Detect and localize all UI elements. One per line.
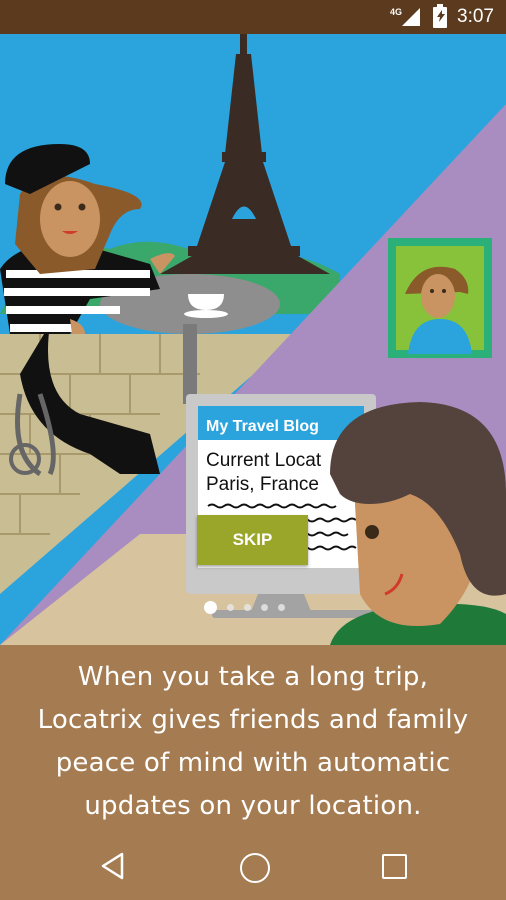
blog-title: My Travel Blog <box>206 418 319 435</box>
page-dot-1[interactable] <box>204 600 217 614</box>
clock: 3:07 <box>457 6 494 27</box>
onboarding-caption: When you take a long trip, Locatrix give… <box>0 656 506 828</box>
caption-line-2: Locatrix gives friends and family <box>37 705 469 735</box>
home-icon[interactable] <box>240 853 270 883</box>
page-dot-4[interactable] <box>261 603 268 611</box>
page-dot-2[interactable] <box>227 603 234 611</box>
onboarding-screen: 4G 3:07 My Travel Blog Current Locat Par… <box>0 0 506 900</box>
page-dot-3[interactable] <box>244 603 251 611</box>
status-bar: 4G 3:07 <box>0 0 506 34</box>
charging-bolt-icon <box>437 10 445 22</box>
skip-button[interactable]: SKIP <box>197 515 308 565</box>
back-icon[interactable] <box>99 851 127 881</box>
caption-line-3: peace of mind with automatic <box>55 748 451 778</box>
signal-icon <box>402 8 420 26</box>
navigation-bar <box>0 832 506 900</box>
caption-line-4: updates on your location. <box>84 791 422 821</box>
framed-portrait <box>388 238 492 358</box>
network-type-label: 4G <box>389 7 402 17</box>
blog-line-paris: Paris, France <box>206 474 319 495</box>
caption-line-1: When you take a long trip, <box>77 662 429 692</box>
recents-icon[interactable] <box>382 854 407 879</box>
blog-line-current-location: Current Locat <box>206 450 322 471</box>
page-dot-5[interactable] <box>278 603 285 611</box>
page-indicator <box>204 600 285 614</box>
